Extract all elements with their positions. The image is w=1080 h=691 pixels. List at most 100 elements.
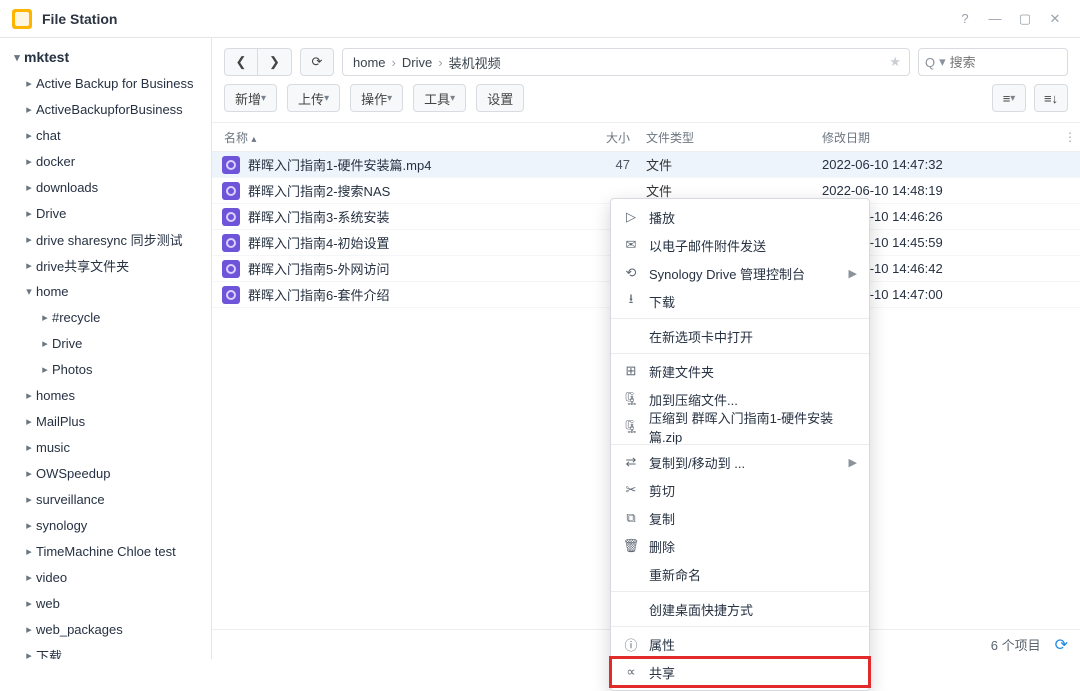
chevron-right-icon[interactable]: ▸ (22, 415, 36, 428)
tree-item[interactable]: ▸web (0, 590, 211, 616)
column-date[interactable]: 修改日期 (814, 129, 1060, 146)
menu-item[interactable]: 重新命名 (611, 560, 869, 588)
chevron-right-icon[interactable]: ▸ (22, 103, 36, 116)
tree-item[interactable]: ▸Active Backup for Business (0, 70, 211, 96)
folder-tree[interactable]: ▾ mktest ▸Active Backup for Business▸Act… (0, 38, 212, 659)
tree-item[interactable]: ▸drive sharesync 同步测试 (0, 226, 211, 252)
breadcrumb-item[interactable]: Drive (400, 55, 434, 70)
tree-item[interactable]: ▸Drive (0, 200, 211, 226)
back-button[interactable]: ❮ (224, 48, 258, 76)
chevron-down-icon[interactable]: ▾ (22, 285, 36, 298)
breadcrumb[interactable]: home › Drive › 装机视频 ★ (342, 48, 910, 76)
tree-item[interactable]: ▸ActiveBackupforBusiness (0, 96, 211, 122)
tree-item[interactable]: ▸homes (0, 382, 211, 408)
operate-button[interactable]: 操作 (350, 84, 403, 112)
tree-item[interactable]: ▸Drive (0, 330, 211, 356)
chevron-right-icon[interactable]: ▸ (22, 597, 36, 610)
search-box[interactable]: Q ▾ (918, 48, 1068, 76)
chevron-right-icon[interactable]: ▸ (22, 129, 36, 142)
tree-item[interactable]: ▸synology (0, 512, 211, 538)
chevron-right-icon[interactable]: ▸ (22, 623, 36, 636)
chevron-right-icon[interactable]: ▸ (22, 467, 36, 480)
chevron-right-icon[interactable]: ▸ (22, 545, 36, 558)
chevron-right-icon[interactable]: ▸ (22, 155, 36, 168)
tree-item[interactable]: ▸surveillance (0, 486, 211, 512)
tree-item[interactable]: ▸下载 (0, 642, 211, 659)
tree-item[interactable]: ▸downloads (0, 174, 211, 200)
menu-item[interactable]: ✉以电子邮件附件发送 (611, 231, 869, 259)
chevron-down-icon[interactable]: ▾ (939, 54, 946, 70)
chevron-right-icon[interactable]: ▸ (38, 363, 52, 376)
tree-item[interactable]: ▸web_packages (0, 616, 211, 642)
menu-item[interactable]: ✂剪切 (611, 476, 869, 504)
zip-icon: 🗜 (623, 419, 639, 435)
refresh-icon[interactable]: ⟳ (1055, 635, 1068, 655)
tree-item[interactable]: ▾home (0, 278, 211, 304)
column-more-icon[interactable]: ⋮ (1060, 130, 1080, 144)
add-button[interactable]: 新增 (224, 84, 277, 112)
menu-item[interactable]: ⧉复制 (611, 504, 869, 532)
column-size[interactable]: 大小 (578, 129, 638, 146)
menu-item[interactable]: 创建桌面快捷方式 (611, 595, 869, 623)
menu-item[interactable]: 在新选项卡中打开 (611, 322, 869, 350)
info-icon: ⓘ (623, 636, 639, 652)
menu-item[interactable]: ⓘ属性 (611, 630, 869, 658)
tree-root[interactable]: ▾ mktest (0, 44, 211, 70)
column-type[interactable]: 文件类型 (638, 129, 814, 146)
menu-item[interactable]: ⭳下载 (611, 287, 869, 315)
chevron-right-icon[interactable]: ▸ (22, 181, 36, 194)
menu-item-label: 加到压缩文件... (649, 390, 738, 409)
menu-item[interactable]: ▷播放 (611, 203, 869, 231)
view-mode-button[interactable]: ≡ (992, 84, 1026, 112)
tree-item[interactable]: ▸video (0, 564, 211, 590)
tools-button[interactable]: 工具 (413, 84, 466, 112)
search-input[interactable] (950, 55, 1080, 70)
tree-item-label: home (36, 284, 69, 299)
star-icon[interactable]: ★ (889, 54, 901, 70)
chevron-right-icon[interactable]: ▸ (38, 311, 52, 324)
chevron-right-icon[interactable]: ▸ (22, 441, 36, 454)
chevron-right-icon: ▶ (849, 456, 857, 469)
help-icon[interactable]: ? (950, 4, 980, 34)
close-icon[interactable]: ✕ (1040, 4, 1070, 34)
tree-item[interactable]: ▸drive共享文件夹 (0, 252, 211, 278)
chevron-down-icon[interactable]: ▾ (10, 51, 24, 64)
tree-item[interactable]: ▸chat (0, 122, 211, 148)
minimize-icon[interactable]: — (980, 4, 1010, 34)
tree-item[interactable]: ▸OWSpeedup (0, 460, 211, 486)
chevron-right-icon[interactable]: ▸ (22, 571, 36, 584)
chevron-right-icon[interactable]: ▸ (22, 233, 36, 246)
tree-item[interactable]: ▸docker (0, 148, 211, 174)
menu-item[interactable]: ⟲Synology Drive 管理控制台▶ (611, 259, 869, 287)
menu-item[interactable]: ∝共享 (611, 658, 869, 686)
chevron-right-icon[interactable]: ▸ (22, 519, 36, 532)
breadcrumb-item[interactable]: home (351, 55, 388, 70)
tree-item[interactable]: ▸Photos (0, 356, 211, 382)
chevron-right-icon[interactable]: ▸ (22, 493, 36, 506)
chevron-right-icon[interactable]: ▸ (22, 259, 36, 272)
sort-button[interactable]: ≡↓ (1034, 84, 1068, 112)
menu-item[interactable]: 🗜压缩到 群晖入门指南1-硬件安装篇.zip (611, 413, 869, 441)
tree-item[interactable]: ▸TimeMachine Chloe test (0, 538, 211, 564)
tree-item[interactable]: ▸music (0, 434, 211, 460)
table-row[interactable]: 群晖入门指南1-硬件安装篇.mp447文件2022-06-10 14:47:32 (212, 152, 1080, 178)
refresh-button[interactable]: ⟳ (300, 48, 334, 76)
forward-button[interactable]: ❯ (258, 48, 292, 76)
chevron-right-icon[interactable]: ▸ (22, 389, 36, 402)
column-name[interactable]: 名称 ▴ (224, 129, 578, 146)
upload-button[interactable]: 上传 (287, 84, 340, 112)
menu-item[interactable]: ⊞新建文件夹 (611, 357, 869, 385)
settings-button[interactable]: 设置 (476, 84, 524, 112)
menu-separator (611, 591, 869, 592)
tree-item[interactable]: ▸#recycle (0, 304, 211, 330)
file-name: 群晖入门指南1-硬件安装篇.mp4 (248, 155, 578, 174)
tree-item[interactable]: ▸MailPlus (0, 408, 211, 434)
maximize-icon[interactable]: ▢ (1010, 4, 1040, 34)
chevron-right-icon[interactable]: ▸ (22, 77, 36, 90)
chevron-right-icon[interactable]: ▸ (22, 207, 36, 220)
menu-item[interactable]: ⇄复制到/移动到 ...▶ (611, 448, 869, 476)
breadcrumb-item[interactable]: 装机视频 (447, 53, 503, 72)
chevron-right-icon[interactable]: ▸ (22, 649, 36, 660)
chevron-right-icon[interactable]: ▸ (38, 337, 52, 350)
menu-item[interactable]: 🗑删除 (611, 532, 869, 560)
